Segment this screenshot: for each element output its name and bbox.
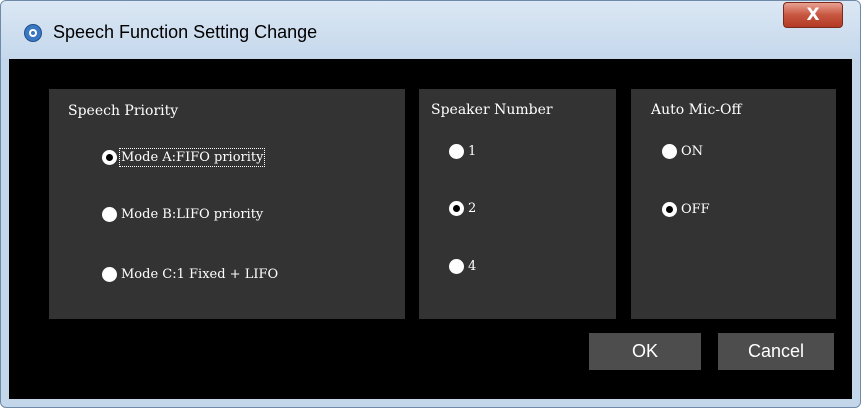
auto-mic-off-group: Auto Mic-Off ON OFF [631,89,836,319]
radio-button-icon[interactable] [102,207,117,222]
dialog-window: Speech Function Setting Change X Speech … [0,0,861,408]
radio-speaker-1[interactable]: 1 [449,144,476,159]
radio-button-icon[interactable] [449,259,464,274]
speaker-number-legend: Speaker Number [431,102,553,118]
gear-icon [24,24,42,42]
radio-label: OFF [681,202,710,217]
cancel-button[interactable]: Cancel [718,333,834,370]
radio-speaker-2[interactable]: 2 [449,201,476,216]
radio-button-icon[interactable] [102,150,117,165]
window-title: Speech Function Setting Change [53,22,318,42]
title-bar[interactable]: Speech Function Setting Change X [1,1,860,58]
radio-label: Mode A:FIFO priority [118,148,266,167]
radio-label: ON [681,144,704,159]
radio-button-icon[interactable] [662,202,677,217]
radio-label: Mode C:1 Fixed + LIFO [121,267,279,282]
speech-priority-group: Speech Priority Mode A:FIFO priority Mod… [49,89,405,319]
radio-mode-b[interactable]: Mode B:LIFO priority [102,207,263,222]
close-icon: X [806,4,820,25]
radio-button-icon[interactable] [662,144,677,159]
radio-label: 4 [468,259,477,274]
radio-button-icon[interactable] [102,267,117,282]
close-button[interactable]: X [783,2,843,28]
radio-mode-c[interactable]: Mode C:1 Fixed + LIFO [102,267,278,282]
radio-mic-on[interactable]: ON [662,144,703,159]
radio-label: 2 [468,201,477,216]
speaker-number-group: Speaker Number 1 2 4 [419,89,616,319]
ok-button[interactable]: OK [589,333,701,370]
radio-button-icon[interactable] [449,201,464,216]
radio-speaker-4[interactable]: 4 [449,259,476,274]
radio-label: 1 [468,144,477,159]
radio-button-icon[interactable] [449,144,464,159]
radio-label: Mode B:LIFO priority [121,207,264,222]
auto-mic-off-legend: Auto Mic-Off [651,102,742,118]
radio-mode-a[interactable]: Mode A:FIFO priority [102,148,266,167]
radio-mic-off[interactable]: OFF [662,202,710,217]
speech-priority-legend: Speech Priority [68,103,179,119]
dialog-body: Speech Priority Mode A:FIFO priority Mod… [9,59,852,399]
